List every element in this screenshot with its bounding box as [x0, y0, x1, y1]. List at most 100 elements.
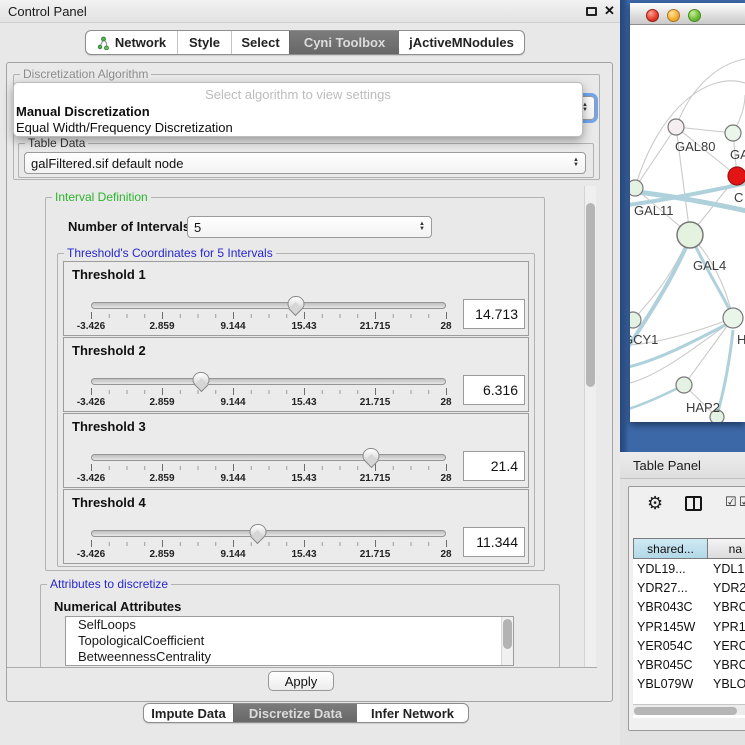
shared-name-cell[interactable]: YBR045C — [633, 658, 709, 672]
tab-jactivemnodules[interactable]: jActiveMNodules — [399, 31, 524, 54]
column-header-name[interactable]: na — [708, 538, 745, 559]
tab-discretize-data[interactable]: Discretize Data — [233, 704, 357, 722]
network-node[interactable] — [677, 222, 703, 248]
network-node[interactable] — [668, 119, 684, 135]
threshold-value-field[interactable]: 11.344 — [463, 527, 525, 557]
table-data-combo[interactable]: galFiltered.sif default node ▲▼ — [24, 152, 586, 174]
tab-infer-network[interactable]: Infer Network — [357, 704, 468, 722]
tab-style[interactable]: Style — [177, 31, 231, 54]
checkbox-checked-icon[interactable]: ☑ — [739, 494, 745, 510]
network-node[interactable] — [723, 308, 743, 328]
name-cell[interactable]: YBLO — [709, 677, 745, 691]
panel-scrollbar-thumb[interactable] — [586, 203, 595, 387]
algorithm-popup: Select algorithm to view settings Manual… — [13, 82, 583, 137]
name-cell[interactable]: YDL1 — [709, 562, 744, 576]
slider-track[interactable] — [91, 454, 446, 461]
slider-track[interactable] — [91, 302, 446, 309]
name-cell[interactable]: YBRO — [709, 600, 745, 614]
panel-scrollbar[interactable] — [584, 186, 596, 667]
name-cell[interactable]: YERO — [709, 639, 745, 653]
tab-network[interactable]: Network — [86, 31, 177, 54]
table-row[interactable]: YDL19...YDL1 — [633, 559, 745, 578]
attribute-list-item[interactable]: SelfLoops — [66, 617, 513, 633]
slider-knob[interactable] — [363, 448, 380, 463]
minimize-traffic-light-icon[interactable] — [667, 9, 680, 22]
table-panel-box: ⚙ ☑ ☑ shared... na YDL19...YDL1YDR27...Y… — [628, 486, 745, 731]
attribute-list-item[interactable]: BetweennessCentrality — [66, 649, 513, 665]
major-tick — [446, 540, 447, 547]
table-hscrollbar[interactable] — [633, 704, 745, 715]
slider-minor-ticks — [91, 314, 446, 318]
close-icon[interactable]: ✕ — [604, 3, 615, 19]
slider-track[interactable] — [91, 378, 446, 385]
name-cell[interactable]: YBRO — [709, 658, 745, 672]
threshold-slider[interactable]: -3.4262.8599.14415.4321.71528 — [91, 530, 446, 564]
network-node[interactable] — [676, 377, 692, 393]
list-scrollbar[interactable] — [501, 617, 513, 665]
network-node[interactable] — [728, 167, 745, 185]
float-icon[interactable] — [586, 7, 597, 16]
threshold-slider[interactable]: -3.4262.8599.14415.4321.71528 — [91, 454, 446, 488]
checkbox-checked-icon[interactable]: ☑ — [725, 494, 737, 510]
table-row[interactable]: YBR043CYBRO — [633, 598, 745, 617]
slider-knob[interactable] — [287, 296, 304, 311]
network-node[interactable] — [725, 125, 741, 141]
major-tick — [304, 388, 305, 395]
tab-select[interactable]: Select — [231, 31, 289, 54]
threshold-value-field[interactable]: 21.4 — [463, 451, 525, 481]
table-row[interactable]: YPR145WYPR1 — [633, 617, 745, 636]
threshold-value-field[interactable]: 14.713 — [463, 299, 525, 329]
slider-track[interactable] — [91, 530, 446, 537]
network-window-titlebar[interactable] — [630, 3, 745, 25]
name-cell[interactable]: YDR2 — [709, 581, 745, 595]
network-window[interactable]: GAL80GACGAL11GAL4GCY1HHAP2 — [630, 3, 745, 422]
table-row[interactable]: YDR27...YDR2 — [633, 578, 745, 597]
number-of-intervals-label: Number of Intervals — [68, 219, 190, 234]
numerical-attributes-list[interactable]: SelfLoopsTopologicalCoefficientBetweenne… — [65, 616, 514, 666]
node-label: H — [737, 332, 745, 347]
network-canvas[interactable]: GAL80GACGAL11GAL4GCY1HHAP2 — [630, 25, 745, 422]
shared-name-cell[interactable]: YPR145W — [633, 620, 709, 634]
control-panel-titlebar: Control Panel ✕ — [0, 0, 620, 23]
column-header-shared-name[interactable]: shared... — [633, 538, 708, 559]
panel-title: Control Panel — [8, 4, 87, 19]
name-cell[interactable]: YPR1 — [709, 620, 745, 634]
threshold-value-field[interactable]: 6.316 — [463, 375, 525, 405]
table-row[interactable]: YLR345WYLR3 — [633, 694, 745, 697]
slider-knob[interactable] — [193, 372, 210, 387]
table-row[interactable]: YBL079WYBLO — [633, 675, 745, 694]
table-data-combo-value: galFiltered.sif default node — [31, 156, 183, 171]
node-label: GCY1 — [630, 332, 658, 347]
combo-stepper-icon: ▲▼ — [419, 222, 425, 232]
node-label: GA — [730, 147, 745, 162]
popup-option-equal-width-frequency[interactable]: Equal Width/Frequency Discretization — [16, 120, 233, 135]
network-node[interactable] — [630, 180, 643, 196]
shared-name-cell[interactable]: YBR043C — [633, 600, 709, 614]
shared-name-cell[interactable]: YDR27... — [633, 581, 709, 595]
table-row[interactable]: YBR045CYBRO — [633, 655, 745, 674]
slider-knob[interactable] — [249, 524, 266, 539]
network-edge — [676, 59, 745, 127]
shared-name-cell[interactable]: YER054C — [633, 639, 709, 653]
number-of-intervals-combo[interactable]: 5 ▲▼ — [187, 216, 432, 238]
tab-cyni-toolbox[interactable]: Cyni Toolbox — [289, 31, 399, 54]
threshold-slider[interactable]: -3.4262.8599.14415.4321.71528 — [91, 378, 446, 412]
tab-impute-data-label: Impute Data — [151, 706, 225, 721]
shared-name-cell[interactable]: YDL19... — [633, 562, 709, 576]
network-node[interactable] — [630, 312, 641, 328]
tick-label: -3.426 — [77, 473, 105, 484]
threshold-slider[interactable]: -3.4262.8599.14415.4321.71528 — [91, 302, 446, 336]
table-row[interactable]: YER054CYERO — [633, 636, 745, 655]
gear-icon[interactable]: ⚙ — [647, 493, 663, 514]
tab-impute-data[interactable]: Impute Data — [144, 704, 233, 722]
table-hscrollbar-thumb[interactable] — [634, 707, 737, 715]
apply-button[interactable]: Apply — [268, 671, 334, 691]
attribute-list-item[interactable]: TopologicalCoefficient — [66, 633, 513, 649]
list-scrollbar-thumb[interactable] — [503, 619, 512, 649]
shared-name-cell[interactable]: YBL079W — [633, 677, 709, 691]
close-traffic-light-icon[interactable] — [646, 9, 659, 22]
popup-option-manual-discretization[interactable]: Manual Discretization — [16, 104, 150, 119]
network-edge — [633, 235, 690, 320]
zoom-traffic-light-icon[interactable] — [688, 9, 701, 22]
columns-icon[interactable] — [685, 496, 702, 511]
